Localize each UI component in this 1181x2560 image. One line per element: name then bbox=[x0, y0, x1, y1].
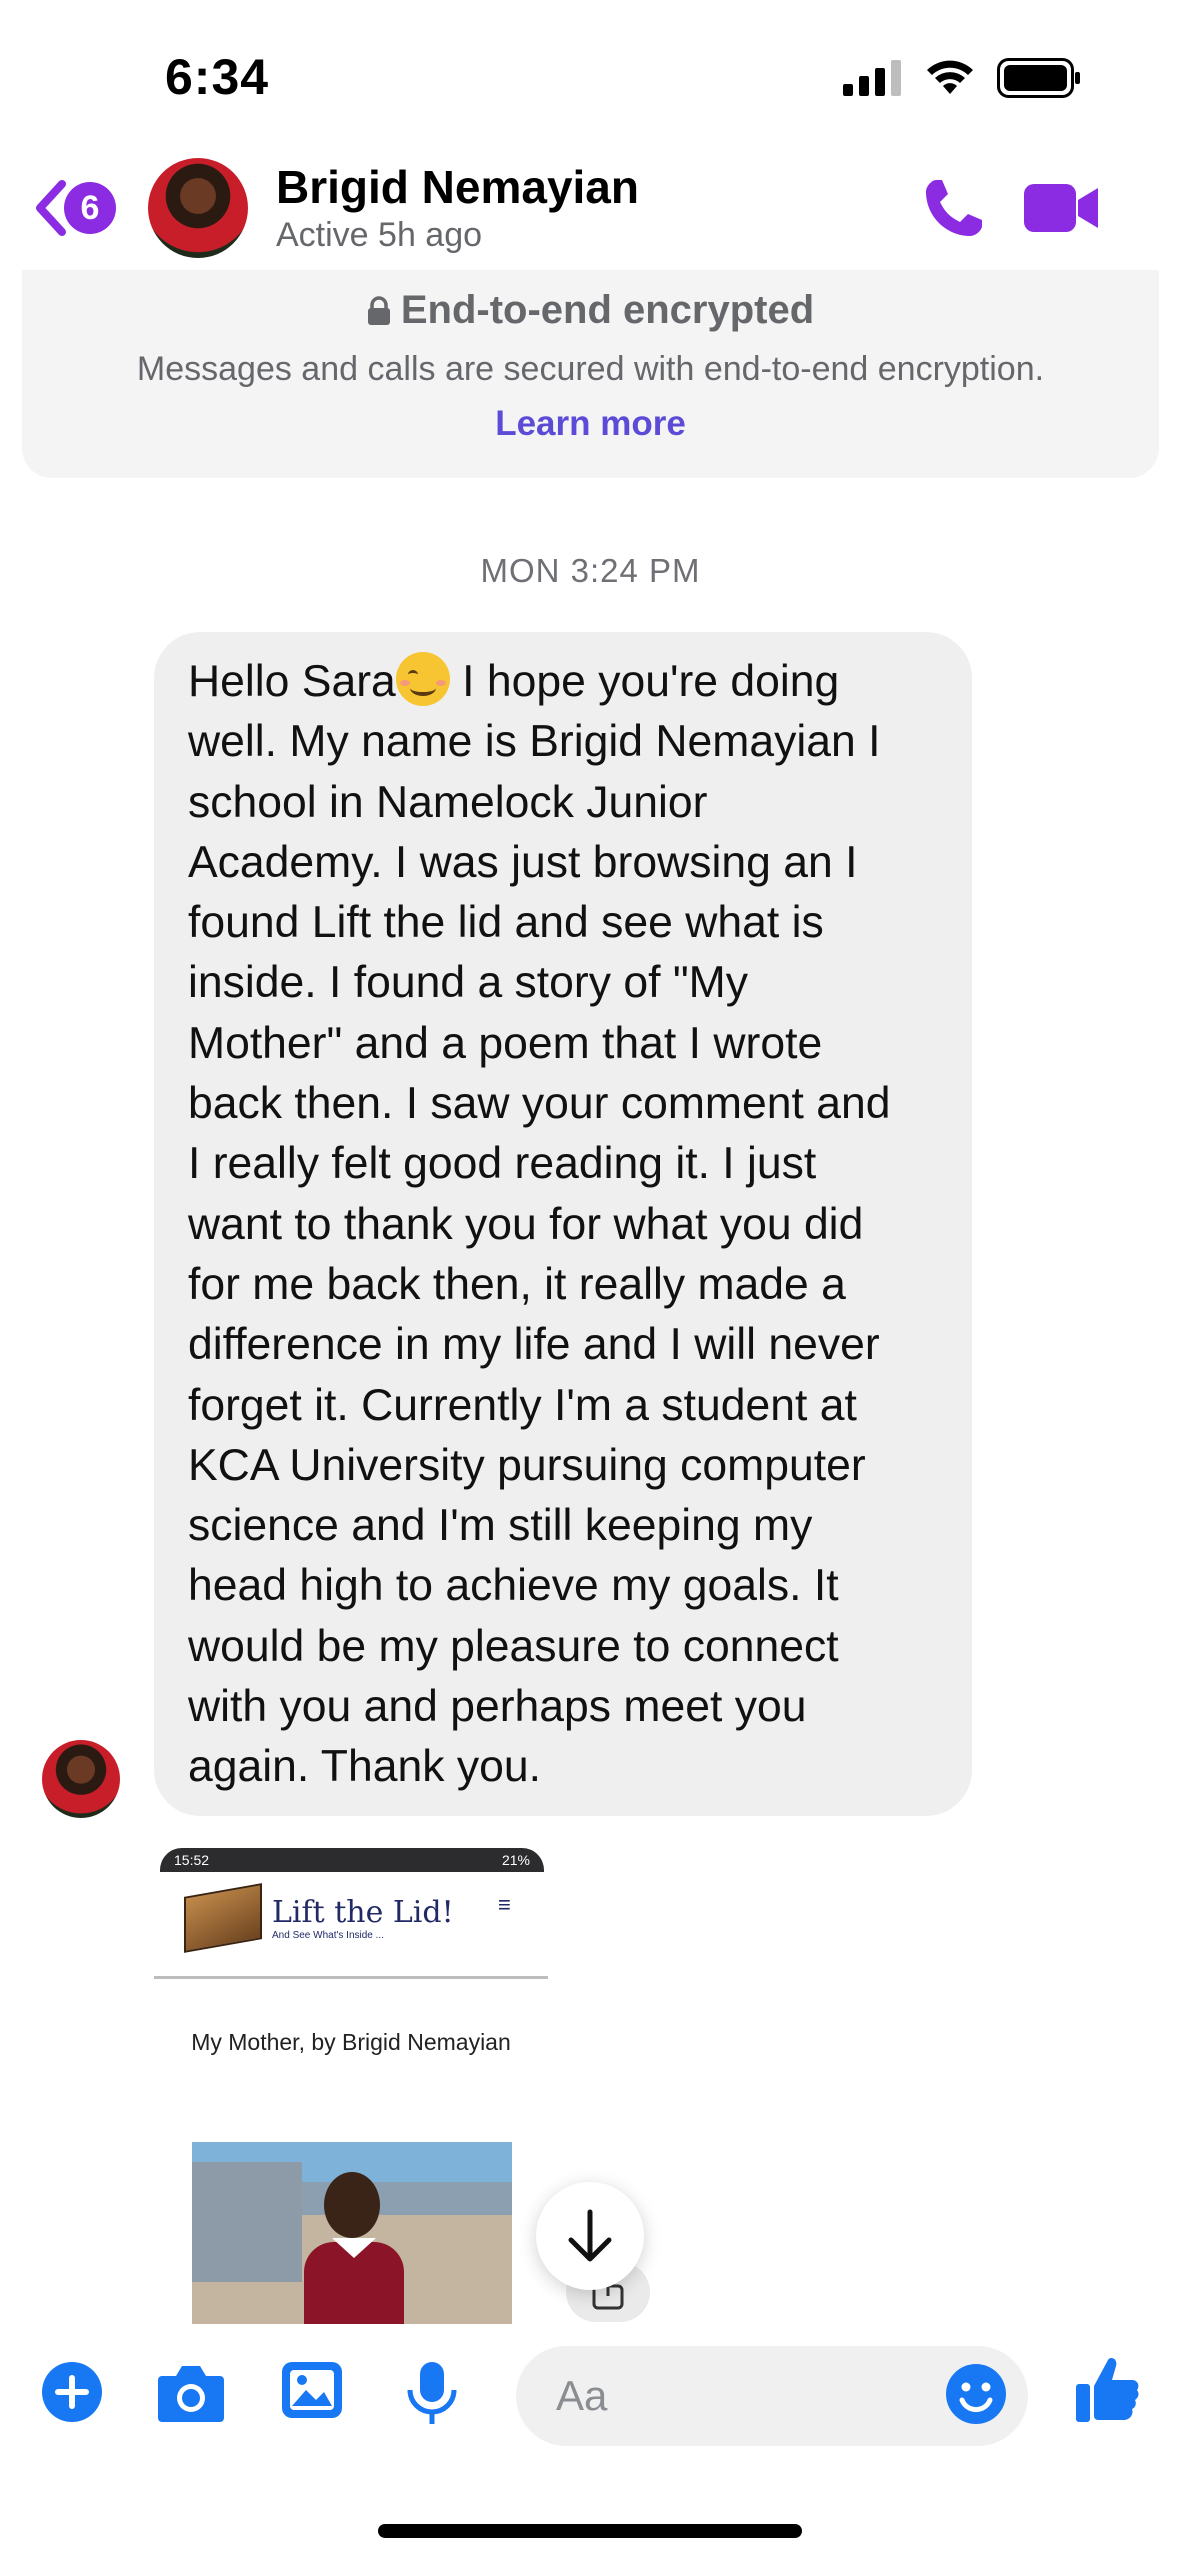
smiling-face-emoji-icon bbox=[395, 652, 450, 706]
wifi-icon bbox=[927, 60, 973, 94]
attachment-phone-battery: 21% bbox=[501, 1852, 530, 1868]
contact-avatar[interactable] bbox=[148, 158, 248, 258]
encryption-description: Messages and calls are secured with end-… bbox=[136, 350, 1045, 388]
message-timestamp: MON 3:24 PM bbox=[480, 552, 701, 589]
camera-icon bbox=[158, 2366, 224, 2422]
battery-icon bbox=[997, 58, 1080, 98]
camera-button[interactable] bbox=[156, 2360, 226, 2429]
chat-header: 6 Brigid Nemayian Active 5h ago bbox=[0, 150, 1181, 265]
chevron-left-icon bbox=[36, 180, 66, 236]
more-actions-button[interactable] bbox=[40, 2360, 104, 2429]
photo-wall bbox=[192, 2162, 302, 2282]
sender-avatar[interactable] bbox=[42, 1740, 120, 1818]
gallery-button[interactable] bbox=[280, 2360, 344, 2425]
plus-circle-icon bbox=[42, 2362, 102, 2422]
back-button[interactable]: 6 bbox=[32, 178, 116, 238]
logo-text: Lift the Lid! And See What's Inside ... bbox=[272, 1895, 454, 1941]
status-icons bbox=[843, 58, 1081, 98]
audio-call-button[interactable] bbox=[922, 176, 986, 245]
scroll-to-bottom-button[interactable] bbox=[536, 2182, 644, 2290]
lift-the-lid-logo: Lift the Lid! And See What's Inside ... bbox=[184, 1883, 454, 1953]
contact-name[interactable]: Brigid Nemayian bbox=[276, 160, 639, 214]
home-indicator[interactable] bbox=[378, 2524, 802, 2538]
like-button[interactable] bbox=[1074, 2354, 1140, 2429]
thumbs-up-icon bbox=[1076, 2358, 1139, 2422]
status-bar: 6:34 bbox=[0, 0, 1181, 150]
attachment-divider bbox=[154, 1976, 548, 1979]
video-call-button[interactable] bbox=[1024, 182, 1100, 239]
hamburger-menu-icon: ≡ bbox=[498, 1892, 511, 1917]
phone-icon bbox=[926, 180, 982, 236]
attachment-phone-time: 15:52 bbox=[174, 1852, 210, 1868]
emoji-button[interactable] bbox=[944, 2362, 1008, 2431]
unread-count-badge: 6 bbox=[64, 182, 116, 234]
attachment-photo bbox=[192, 2142, 512, 2324]
contact-active-status: Active 5h ago bbox=[276, 216, 483, 254]
arrow-down-icon bbox=[568, 2209, 612, 2262]
message-text: Hello Sara I hope you're doing well. My … bbox=[188, 652, 938, 1798]
emoji-cheek bbox=[399, 680, 410, 686]
encryption-notice: End-to-end encrypted Messages and calls … bbox=[22, 270, 1159, 478]
message-body: I hope you're doing well. My name is Bri… bbox=[188, 657, 891, 1792]
video-camera-icon bbox=[1024, 184, 1098, 232]
microphone-icon bbox=[407, 2362, 457, 2424]
cellular-signal-icon bbox=[843, 60, 901, 96]
smiley-icon bbox=[946, 2364, 1006, 2424]
photo-person-head bbox=[324, 2172, 380, 2238]
message-composer bbox=[0, 2324, 1181, 2464]
encryption-title-row: End-to-end encrypted bbox=[22, 288, 1159, 333]
incoming-message-bubble[interactable]: Hello Sara I hope you're doing well. My … bbox=[154, 632, 972, 1816]
logo-title: Lift the Lid! bbox=[272, 1895, 454, 1930]
learn-more-link[interactable]: Learn more bbox=[22, 404, 1159, 444]
encryption-title: End-to-end encrypted bbox=[400, 288, 815, 332]
status-time: 6:34 bbox=[165, 49, 270, 105]
voice-message-button[interactable] bbox=[406, 2360, 458, 2431]
attachment-phone-status-bar: 15:52 21% bbox=[160, 1848, 544, 1872]
attachment-heading: My Mother, by Brigid Nemayian bbox=[191, 2029, 511, 2055]
box-logo-icon bbox=[184, 1883, 262, 1953]
logo-subtitle: And See What's Inside ... bbox=[272, 1930, 384, 1941]
photo-gallery-icon bbox=[282, 2362, 342, 2418]
image-attachment[interactable]: 15:52 21% Lift the Lid! And See What's I… bbox=[154, 1848, 548, 2324]
emoji-cheek bbox=[435, 680, 446, 686]
message-greeting: Hello Sara bbox=[188, 657, 396, 706]
lock-icon bbox=[367, 295, 390, 325]
